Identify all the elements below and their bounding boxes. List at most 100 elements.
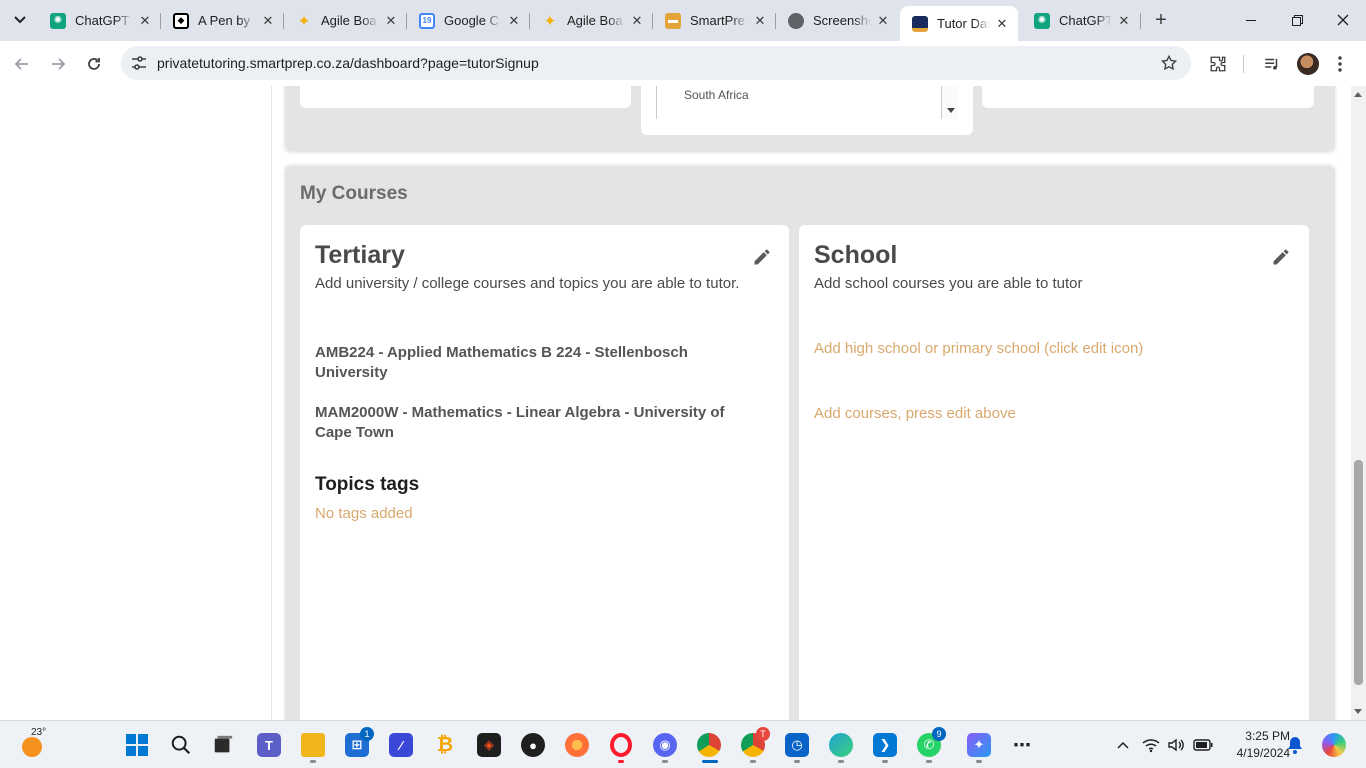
toolbar-divider xyxy=(1243,55,1244,73)
chatgpt-icon: ✺ xyxy=(50,12,66,29)
browser-toolbar: privatetutoring.smartprep.co.za/dashboar… xyxy=(0,41,1366,86)
close-tab-icon[interactable]: ✕ xyxy=(1116,13,1132,29)
my-courses-panel: My Courses Tertiary Add university / col… xyxy=(285,166,1335,720)
school-heading: School xyxy=(814,241,898,269)
close-tab-icon[interactable]: ✕ xyxy=(260,13,276,29)
chevron-down-icon xyxy=(14,16,26,24)
outlook-icon[interactable]: ◷ xyxy=(781,729,813,763)
show-hidden-icons-button[interactable] xyxy=(1107,729,1139,761)
close-tab-icon[interactable]: ✕ xyxy=(752,13,768,29)
copilot-icon[interactable]: ✦ xyxy=(963,729,995,763)
country-select-scrollbar[interactable] xyxy=(941,86,958,119)
volume-icon[interactable] xyxy=(1164,729,1188,761)
microsoft-store-icon[interactable]: ⊞ 1 xyxy=(341,727,374,761)
chrome-icon[interactable] xyxy=(693,729,725,763)
close-tab-icon[interactable]: ✕ xyxy=(506,13,522,29)
whatsapp-icon[interactable]: ✆ 9 xyxy=(913,727,946,763)
scroll-up-arrow-icon[interactable] xyxy=(1354,92,1362,97)
profile-avatar[interactable] xyxy=(1297,53,1319,75)
firefox-icon[interactable] xyxy=(561,729,593,761)
windows-start-icon[interactable] xyxy=(121,729,153,761)
tab-tutor-dashboard[interactable]: Tutor Das ✕ xyxy=(900,6,1018,41)
github-icon[interactable]: ● xyxy=(517,729,549,761)
address-bar[interactable]: privatetutoring.smartprep.co.za/dashboar… xyxy=(121,46,1191,80)
school-courses-card: School Add school courses you are able t… xyxy=(799,225,1309,720)
scrollbar-thumb[interactable] xyxy=(1354,460,1363,685)
url-text[interactable]: privatetutoring.smartprep.co.za/dashboar… xyxy=(157,55,539,71)
notification-badge: 9 xyxy=(932,727,946,741)
tab-agile-board-1[interactable]: ✦ Agile Boa ✕ xyxy=(284,6,407,35)
kebab-menu-icon xyxy=(1338,56,1342,72)
tab-screenshot[interactable]: Screensho ✕ xyxy=(776,6,899,35)
clock-time: 3:25 PM xyxy=(1245,729,1290,743)
search-icon[interactable] xyxy=(165,729,197,761)
copilot-pre-icon[interactable] xyxy=(1318,729,1350,761)
site-info-icon[interactable] xyxy=(129,53,149,73)
dashboard-sidebar xyxy=(0,86,272,720)
close-tab-icon[interactable]: ✕ xyxy=(383,13,399,29)
sparkle-icon: ✦ xyxy=(543,12,557,30)
figma-icon[interactable]: ◈ xyxy=(473,729,505,761)
new-tab-button[interactable]: + xyxy=(1150,9,1172,31)
tertiary-description: Add university / college courses and top… xyxy=(315,275,740,292)
page-scrollbar[interactable] xyxy=(1351,86,1366,720)
close-tab-icon[interactable]: ✕ xyxy=(875,13,891,29)
notification-badge: T xyxy=(756,727,770,741)
tab-google-calendar[interactable]: 19 Google C ✕ xyxy=(407,6,530,35)
windows-taskbar: 23° T ⊞ 1 ⁄ ₿ ◈ ● ◉ T ◷ ❯ ✆ 9 ✦ ⋯ 3:25 P… xyxy=(0,720,1366,768)
tab-chatgpt-2[interactable]: ✺ ChatGPT ✕ xyxy=(1022,6,1140,35)
course-item-text: MAM2000W - Mathematics - Linear Algebra … xyxy=(315,404,725,421)
edit-school-button[interactable] xyxy=(1269,245,1293,269)
affinity-icon[interactable]: ⁄ xyxy=(385,729,417,761)
tab-search-button[interactable] xyxy=(6,7,34,33)
notification-bell-icon[interactable] xyxy=(1283,729,1307,761)
close-tab-icon[interactable]: ✕ xyxy=(629,13,645,29)
edit-tertiary-button[interactable] xyxy=(750,245,774,269)
tab-codepen[interactable]: ◆ A Pen by ✕ xyxy=(161,6,284,35)
school-description: Add school courses you are able to tutor xyxy=(814,275,1083,292)
tab-strip: ✺ ChatGPT ✕ ◆ A Pen by ✕ ✦ Agile Boa ✕ 1… xyxy=(0,0,1366,41)
edge-icon[interactable] xyxy=(825,729,857,763)
more-icon[interactable]: ⋯ xyxy=(1006,729,1038,761)
tab-title: Google C xyxy=(444,13,499,28)
file-explorer-icon[interactable] xyxy=(297,729,329,763)
forward-button[interactable] xyxy=(44,50,72,78)
tertiary-courses-card: Tertiary Add university / college course… xyxy=(300,225,789,720)
details-card xyxy=(982,86,1314,108)
scroll-down-arrow-icon[interactable] xyxy=(1354,709,1362,714)
minimize-button[interactable] xyxy=(1228,0,1274,40)
playlist-icon xyxy=(1265,58,1278,70)
reload-button[interactable] xyxy=(80,50,108,78)
browser-menu-button[interactable] xyxy=(1326,50,1354,78)
media-controls-button[interactable] xyxy=(1258,50,1286,78)
wifi-icon[interactable] xyxy=(1139,729,1163,761)
weather-temperature: 23° xyxy=(31,727,47,738)
opera-icon[interactable] xyxy=(605,729,637,763)
tab-agile-board-2[interactable]: ✦ Agile Boa ✕ xyxy=(530,6,653,35)
page-viewport: South Africa My Courses Tertiary Add uni… xyxy=(0,86,1351,720)
restore-button[interactable] xyxy=(1274,0,1320,40)
weather-widget[interactable]: 23° xyxy=(20,727,50,760)
task-view-icon[interactable] xyxy=(207,729,239,761)
bitcoin-app-icon[interactable]: ₿ xyxy=(429,729,461,761)
tab-smartprep[interactable]: ▬ SmartPre ✕ xyxy=(653,6,776,35)
no-tags-message: No tags added xyxy=(315,505,413,522)
tab-title: A Pen by xyxy=(198,13,251,28)
close-tab-icon[interactable]: ✕ xyxy=(137,13,153,29)
close-tab-icon[interactable]: ✕ xyxy=(994,16,1010,32)
close-window-button[interactable] xyxy=(1320,0,1366,40)
country-select[interactable]: South Africa xyxy=(656,86,958,119)
extensions-button[interactable] xyxy=(1204,50,1232,78)
add-school-hint: Add high school or primary school (click… xyxy=(814,340,1144,357)
back-button[interactable] xyxy=(8,50,36,78)
google-calendar-icon: 19 xyxy=(419,12,435,29)
tab-title: SmartPre xyxy=(690,13,745,28)
battery-icon[interactable] xyxy=(1190,729,1216,761)
discord-icon[interactable]: ◉ xyxy=(649,729,681,763)
bookmark-star-icon[interactable] xyxy=(1159,53,1179,73)
tab-chatgpt[interactable]: ✺ ChatGPT ✕ xyxy=(38,6,161,35)
chrome-profile-icon[interactable]: T xyxy=(737,727,770,763)
teams-icon[interactable]: T xyxy=(253,729,285,761)
vscode-icon[interactable]: ❯ xyxy=(869,729,901,763)
system-clock[interactable]: 3:25 PM 4/19/2024 xyxy=(1222,728,1290,762)
